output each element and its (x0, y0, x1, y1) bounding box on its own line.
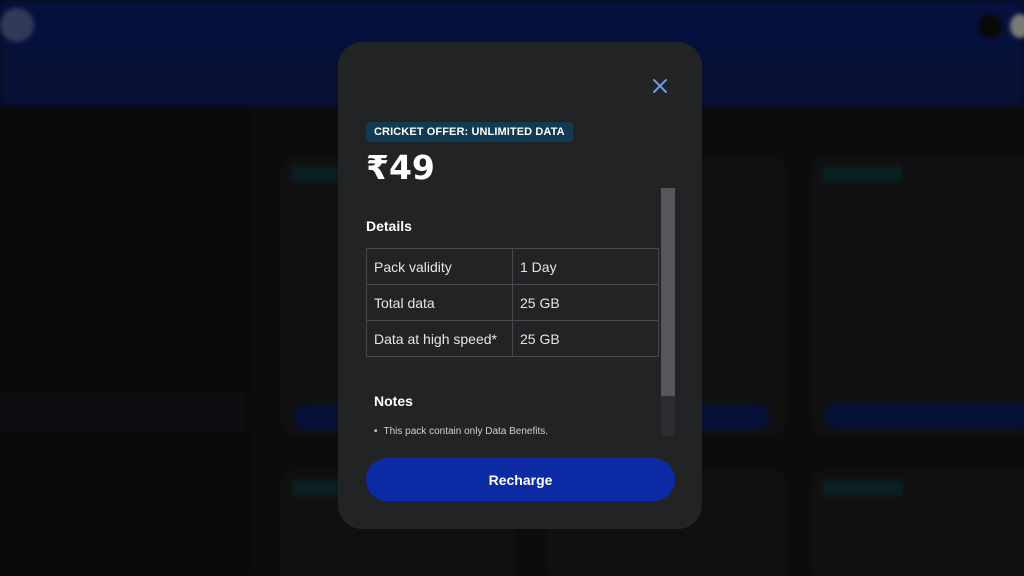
notes-heading: Notes (374, 393, 413, 409)
offer-badge: CRICKET OFFER: UNLIMITED DATA (366, 122, 573, 142)
bullet-icon: • (374, 426, 378, 436)
details-heading: Details (366, 218, 412, 234)
recharge-button[interactable]: Recharge (366, 458, 675, 501)
detail-label: Total data (366, 284, 513, 321)
table-row: Data at high speed* 25 GB (366, 320, 659, 357)
close-icon (653, 79, 667, 93)
details-scroll-area[interactable]: Details Pack validity 1 Day Total data 2… (366, 186, 662, 436)
plan-price: ₹49 (366, 148, 435, 187)
detail-label: Data at high speed* (366, 320, 513, 357)
details-table: Pack validity 1 Day Total data 25 GB Dat… (366, 248, 659, 357)
close-button[interactable] (646, 72, 674, 100)
detail-label: Pack validity (366, 248, 513, 285)
detail-value: 25 GB (512, 320, 659, 357)
detail-value: 1 Day (512, 248, 659, 285)
list-item: • This pack contain only Data Benefits. (374, 426, 548, 436)
detail-value: 25 GB (512, 284, 659, 321)
scrollbar-thumb[interactable] (661, 188, 675, 396)
table-row: Total data 25 GB (366, 284, 659, 321)
note-text: This pack contain only Data Benefits. (383, 426, 549, 436)
table-row: Pack validity 1 Day (366, 248, 659, 285)
